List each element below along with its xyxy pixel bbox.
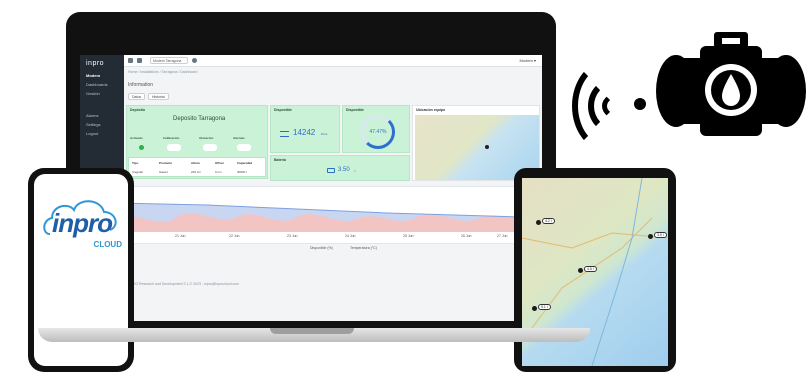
available-percent-value: 47.47% xyxy=(369,129,387,135)
home-icon[interactable] xyxy=(128,58,133,63)
available-percent-card: Disponible 47.47% xyxy=(342,105,410,153)
status-calibration-label: Calibración xyxy=(163,136,180,140)
table-cell: Gasoil xyxy=(159,170,168,174)
sidebar-item-dashboards[interactable]: Dashboards xyxy=(86,82,108,87)
installation-select[interactable]: Modem Tarragona xyxy=(150,57,188,64)
bars-icon xyxy=(280,131,289,137)
x-tick: 23 Jun xyxy=(287,234,298,238)
user-menu[interactable]: Modem ▾ xyxy=(520,58,536,63)
location-title: Ubicación equipo xyxy=(416,108,446,112)
phone-logo-sub: CLOUD xyxy=(93,240,122,249)
tank-drop-icon xyxy=(656,32,806,136)
phone-logo: inpro xyxy=(52,208,113,238)
map-marker-icon[interactable] xyxy=(485,145,489,149)
map-pin-label[interactable]: 4.5 l xyxy=(584,266,597,272)
topbar: Modem Tarragona Modem ▾ xyxy=(124,55,542,67)
battery-icon xyxy=(327,168,335,173)
map-pin-label[interactable]: 4.2 l xyxy=(542,218,555,224)
status-location-label: Ubicación xyxy=(199,136,214,140)
x-tick: 27 Jun xyxy=(497,234,508,238)
legend-available: Disponible (%) xyxy=(310,246,333,250)
x-tick: 25 Jun xyxy=(403,234,414,238)
table-cell: 30000 l xyxy=(237,170,247,174)
section-title: Information xyxy=(128,82,154,88)
status-alarms-label: Alarmas xyxy=(233,136,245,140)
footer: INPRO Research and Development S.L.© 202… xyxy=(127,282,240,286)
map-marker-icon[interactable] xyxy=(648,234,653,239)
x-tick: 22 Jun xyxy=(229,234,240,238)
activated-indicator-icon xyxy=(139,145,144,150)
history-chart: 21 Jun 22 Jun 23 Jun 24 Jun 25 Jun 26 Ju… xyxy=(116,186,522,244)
deposit-name: Deposito Tarragona xyxy=(173,116,226,122)
sidebar-logo: inpro xyxy=(86,60,105,67)
table-header: Capacidad xyxy=(237,161,253,165)
table-header: Producto xyxy=(159,161,173,165)
table-header: Altura xyxy=(191,161,200,165)
table-cell: 0 cm xyxy=(215,170,222,174)
table-cell: 229 cm xyxy=(191,170,201,174)
sidebar-item-modem[interactable]: Modem xyxy=(86,73,100,78)
sidebar-item-gestion[interactable]: Gestión xyxy=(86,91,100,96)
x-tick: 26 Jun xyxy=(461,234,472,238)
tab-historial[interactable]: Historial xyxy=(148,93,169,100)
map-marker-icon[interactable] xyxy=(578,268,583,273)
settings-icon[interactable] xyxy=(192,58,197,63)
map-pin-label[interactable]: 5.1 l xyxy=(538,304,551,310)
table-header: Offset xyxy=(215,161,224,165)
tab-datos[interactable]: Datos xyxy=(128,93,146,100)
map-marker-icon[interactable] xyxy=(536,220,541,225)
calibration-button[interactable] xyxy=(167,144,181,151)
battery-card: Batería 3.50 v xyxy=(270,155,410,181)
available-litres-title: Disponible xyxy=(274,108,292,112)
available-litres-card: Disponible 14242 litros xyxy=(270,105,340,153)
laptop-notch xyxy=(270,328,354,334)
battery-unit: v xyxy=(354,169,356,173)
map-pin-label[interactable]: 3.9 l xyxy=(654,232,667,238)
available-percent-title: Disponible xyxy=(346,108,364,112)
sidebar-item-settings[interactable]: Settings xyxy=(86,122,100,127)
product-showcase: inpro Modem Dashboards Gestión Alarms Se… xyxy=(0,0,808,372)
battery-value: 3.50 xyxy=(338,167,350,173)
x-tick: 21 Jun xyxy=(175,234,186,238)
table-header: Tipo xyxy=(132,161,139,165)
legend-temperature: Temperatura (°C) xyxy=(350,246,377,250)
deposit-title: Depósito xyxy=(130,108,145,112)
sidebar-item-logout[interactable]: Logout xyxy=(86,131,98,136)
status-activated-label: Activado xyxy=(130,136,143,140)
battery-title: Batería xyxy=(274,158,286,162)
breadcrumb: Home / Installations / Tarragona / Dashb… xyxy=(128,70,198,74)
table-cell: Irregular xyxy=(132,170,144,174)
alarms-button[interactable] xyxy=(237,144,251,151)
menu-icon[interactable] xyxy=(137,58,142,63)
sidebar-item-alarms[interactable]: Alarms xyxy=(86,113,98,118)
x-tick: 24 Jun xyxy=(345,234,356,238)
available-litres-value: 14242 xyxy=(293,128,316,137)
map-marker-icon[interactable] xyxy=(532,306,537,311)
available-litres-unit: litros xyxy=(321,132,328,136)
wireless-signal-icon xyxy=(572,60,646,152)
deposit-table: Tipo Producto Altura Offset Capacidad Ir… xyxy=(128,157,266,177)
location-button[interactable] xyxy=(203,144,217,151)
